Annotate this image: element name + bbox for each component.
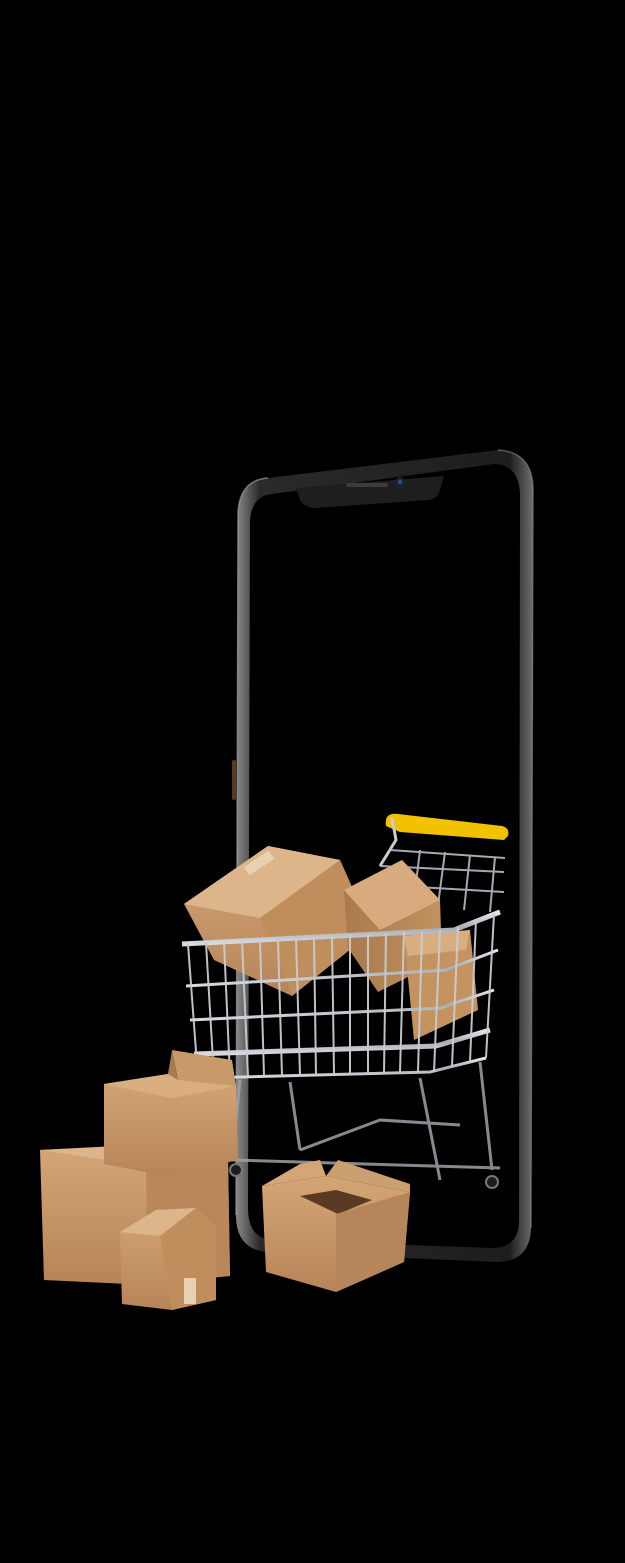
ecommerce-illustration	[40, 449, 534, 1310]
speaker-grille	[346, 483, 388, 487]
product-photo	[0, 0, 625, 1563]
cardboard-box-icon	[262, 1160, 410, 1292]
cardboard-box-icon	[120, 1208, 216, 1310]
cardboard-box-icon	[104, 1050, 238, 1176]
